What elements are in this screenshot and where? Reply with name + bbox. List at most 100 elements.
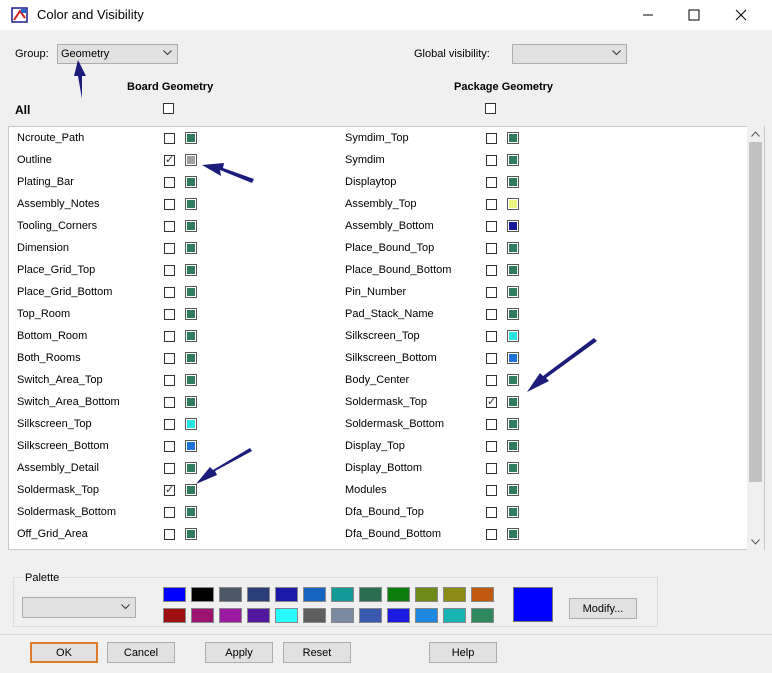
package-row-color-swatch[interactable] — [507, 264, 519, 276]
palette-color-cell[interactable] — [359, 608, 382, 623]
ok-button[interactable]: OK — [30, 642, 98, 663]
board-row-checkbox[interactable] — [164, 199, 175, 210]
package-row-checkbox[interactable] — [486, 243, 497, 254]
palette-color-cell[interactable] — [303, 608, 326, 623]
board-row-color-swatch[interactable] — [185, 286, 197, 298]
scrollbar-thumb[interactable] — [749, 142, 762, 482]
package-row-color-swatch[interactable] — [507, 308, 519, 320]
palette-color-cell[interactable] — [191, 608, 214, 623]
board-row-color-swatch[interactable] — [185, 374, 197, 386]
board-row-checkbox[interactable] — [164, 265, 175, 276]
palette-color-cell[interactable] — [275, 587, 298, 602]
palette-color-cell[interactable] — [191, 587, 214, 602]
board-row-checkbox[interactable] — [164, 309, 175, 320]
package-row-checkbox[interactable] — [486, 331, 497, 342]
package-row-color-swatch[interactable] — [507, 528, 519, 540]
package-row-checkbox[interactable] — [486, 395, 497, 408]
global-visibility-dropdown[interactable] — [512, 44, 627, 64]
package-row-color-swatch[interactable] — [507, 462, 519, 474]
palette-color-cell[interactable] — [331, 587, 354, 602]
package-row-color-swatch[interactable] — [507, 198, 519, 210]
board-row-color-swatch[interactable] — [185, 198, 197, 210]
package-row-color-swatch[interactable] — [507, 286, 519, 298]
board-row-color-swatch[interactable] — [185, 176, 197, 188]
package-row-checkbox[interactable] — [486, 375, 497, 386]
package-row-color-swatch[interactable] — [507, 374, 519, 386]
board-row-checkbox[interactable] — [164, 331, 175, 342]
board-row-color-swatch[interactable] — [185, 462, 197, 474]
board-row-color-swatch[interactable] — [185, 528, 197, 540]
palette-color-cell[interactable] — [219, 608, 242, 623]
package-row-checkbox[interactable] — [486, 463, 497, 474]
board-row-checkbox[interactable] — [164, 375, 175, 386]
board-row-color-swatch[interactable] — [185, 396, 197, 408]
package-row-checkbox[interactable] — [486, 419, 497, 430]
palette-color-cell[interactable] — [443, 587, 466, 602]
palette-dropdown[interactable] — [22, 597, 136, 618]
package-row-color-swatch[interactable] — [507, 440, 519, 452]
board-row-checkbox[interactable] — [164, 441, 175, 452]
board-row-checkbox[interactable] — [164, 177, 175, 188]
palette-color-cell[interactable] — [163, 608, 186, 623]
palette-color-cell[interactable] — [443, 608, 466, 623]
package-row-checkbox[interactable] — [486, 199, 497, 210]
all-package-checkbox[interactable] — [485, 103, 496, 114]
modify-button[interactable]: Modify... — [569, 598, 637, 619]
board-row-color-swatch[interactable] — [185, 484, 197, 496]
package-row-color-swatch[interactable] — [507, 484, 519, 496]
package-row-checkbox[interactable] — [486, 177, 497, 188]
board-row-checkbox[interactable] — [164, 153, 175, 166]
package-row-color-swatch[interactable] — [507, 154, 519, 166]
package-row-color-swatch[interactable] — [507, 506, 519, 518]
package-row-checkbox[interactable] — [486, 485, 497, 496]
board-row-color-swatch[interactable] — [185, 506, 197, 518]
package-row-color-swatch[interactable] — [507, 352, 519, 364]
board-row-checkbox[interactable] — [164, 483, 175, 496]
board-row-color-swatch[interactable] — [185, 352, 197, 364]
board-row-color-swatch[interactable] — [185, 220, 197, 232]
board-row-checkbox[interactable] — [164, 221, 175, 232]
palette-color-cell[interactable] — [163, 587, 186, 602]
board-row-color-swatch[interactable] — [185, 264, 197, 276]
board-row-checkbox[interactable] — [164, 243, 175, 254]
board-row-checkbox[interactable] — [164, 463, 175, 474]
palette-color-cell[interactable] — [247, 587, 270, 602]
scroll-down-button[interactable] — [749, 536, 762, 548]
apply-button[interactable]: Apply — [205, 642, 273, 663]
package-row-color-swatch[interactable] — [507, 242, 519, 254]
package-row-color-swatch[interactable] — [507, 418, 519, 430]
package-row-color-swatch[interactable] — [507, 176, 519, 188]
palette-color-cell[interactable] — [331, 608, 354, 623]
scroll-up-button[interactable] — [749, 128, 762, 140]
palette-color-cell[interactable] — [415, 608, 438, 623]
board-row-checkbox[interactable] — [164, 287, 175, 298]
package-row-checkbox[interactable] — [486, 133, 497, 144]
palette-color-cell[interactable] — [303, 587, 326, 602]
package-row-checkbox[interactable] — [486, 353, 497, 364]
help-button[interactable]: Help — [429, 642, 497, 663]
board-row-color-swatch[interactable] — [185, 242, 197, 254]
board-row-checkbox[interactable] — [164, 529, 175, 540]
board-row-checkbox[interactable] — [164, 419, 175, 430]
package-row-checkbox[interactable] — [486, 441, 497, 452]
package-row-checkbox[interactable] — [486, 529, 497, 540]
cancel-button[interactable]: Cancel — [107, 642, 175, 663]
palette-color-cell[interactable] — [219, 587, 242, 602]
close-button[interactable] — [718, 0, 764, 30]
minimize-button[interactable] — [625, 0, 671, 30]
palette-color-cell[interactable] — [359, 587, 382, 602]
package-row-checkbox[interactable] — [486, 265, 497, 276]
package-row-color-swatch[interactable] — [507, 132, 519, 144]
package-row-color-swatch[interactable] — [507, 396, 519, 408]
package-row-checkbox[interactable] — [486, 507, 497, 518]
package-row-checkbox[interactable] — [486, 155, 497, 166]
board-row-color-swatch[interactable] — [185, 440, 197, 452]
palette-color-cell[interactable] — [275, 608, 298, 623]
palette-color-cell[interactable] — [387, 608, 410, 623]
package-row-checkbox[interactable] — [486, 221, 497, 232]
board-row-checkbox[interactable] — [164, 507, 175, 518]
package-row-color-swatch[interactable] — [507, 330, 519, 342]
board-row-color-swatch[interactable] — [185, 330, 197, 342]
palette-color-cell[interactable] — [471, 587, 494, 602]
board-row-checkbox[interactable] — [164, 133, 175, 144]
